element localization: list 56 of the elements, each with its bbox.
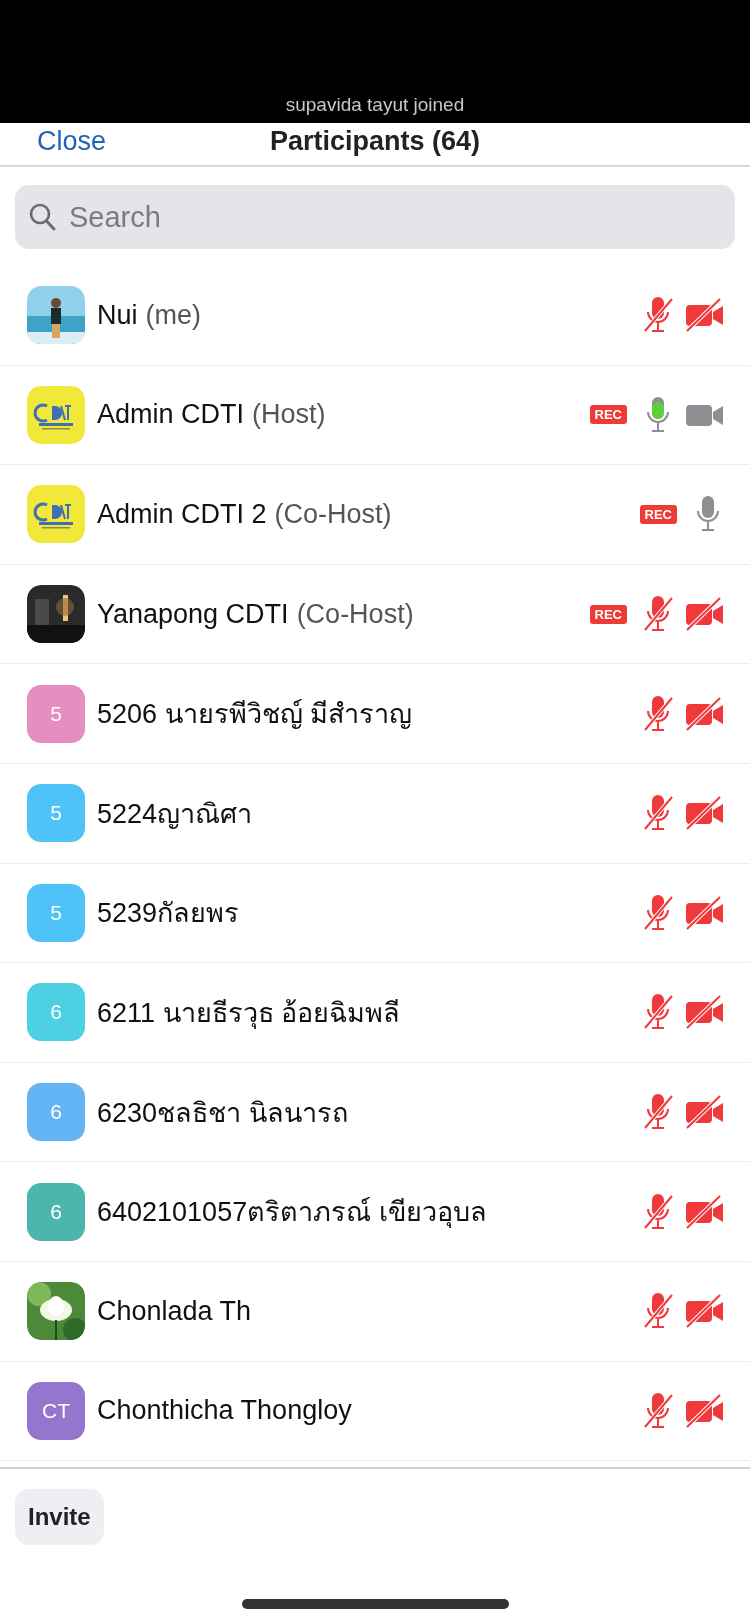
camera-off-icon[interactable] <box>685 1095 725 1130</box>
participant-row[interactable]: Admin CDTI (Host) REC <box>0 365 750 466</box>
participant-name: Yanapong CDTI (Co-Host) <box>97 598 415 630</box>
recording-badge: REC <box>589 405 627 425</box>
avatar: 5 <box>27 684 85 743</box>
recording-badge: REC <box>639 505 677 524</box>
notification-text: supavida tayut joined <box>285 94 465 116</box>
participant-row[interactable]: 6 6211 นายธีรวุธ อ้อยฉิมพลี <box>0 963 750 1063</box>
camera-off-icon[interactable] <box>685 696 725 731</box>
avatar: CT <box>27 1381 85 1440</box>
participant-name: 6211 นายธีรวุธ อ้อยฉิมพลี <box>97 996 402 1031</box>
participant-name: Nui (me) <box>97 299 202 331</box>
participant-row[interactable]: 6 6230ชลธิชา นิลนารถ <box>0 1062 750 1163</box>
camera-off-icon[interactable] <box>685 995 725 1030</box>
avatar: 6 <box>27 1083 85 1142</box>
participant-name: Chonthicha Thongloy <box>97 1395 353 1427</box>
participant-row[interactable]: Chonlada Th <box>0 1261 750 1362</box>
muted-mic-icon[interactable] <box>641 1390 675 1431</box>
participant-name: 5206 นายรพีวิชญ์ มีสำราญ <box>97 698 414 732</box>
camera-off-icon[interactable] <box>685 796 725 831</box>
avatar: 6 <box>27 983 85 1042</box>
participant-row[interactable]: 5 5239กัลยพร <box>0 863 750 964</box>
participant-name: Admin CDTI (Host) <box>97 399 327 431</box>
close-link[interactable]: Close <box>37 126 107 157</box>
participant-name: 6230ชลธิชา นิลนารถ <box>97 1096 349 1130</box>
participant-row[interactable]: 5 5206 นายรพีวิชญ์ มีสำราญ <box>0 664 750 764</box>
camera-off-icon[interactable] <box>685 597 725 632</box>
camera-off-icon[interactable] <box>685 1194 725 1229</box>
avatar: 5 <box>27 883 85 942</box>
logo-avatar <box>27 385 85 444</box>
search-field[interactable]: Search <box>15 185 735 249</box>
invite-button[interactable]: Invite <box>15 1489 104 1546</box>
participant-row[interactable]: 6 6402101057ตริตาภรณ์ เขียวอุบล <box>0 1162 750 1262</box>
participant-row[interactable]: Nui (me) <box>0 266 750 366</box>
participant-row[interactable]: Admin CDTI 2 (Co-Host) REC <box>0 465 750 565</box>
avatar: 6 <box>27 1182 85 1241</box>
participant-name: 5239กัลยพร <box>97 897 241 931</box>
participant-name: Chonlada Th <box>97 1295 253 1327</box>
recording-badge: REC <box>589 604 627 624</box>
muted-mic-icon[interactable] <box>641 892 675 933</box>
participant-name: 6402101057ตริตาภรณ์ เขียวอุบล <box>97 1196 488 1230</box>
participant-row[interactable]: Yanapong CDTI (Co-Host) REC <box>0 564 750 665</box>
camera-off-icon[interactable] <box>685 1393 725 1428</box>
avatar: 5 <box>27 784 85 843</box>
logo-avatar <box>27 485 85 544</box>
participant-row[interactable]: CT Chonthicha Thongloy <box>0 1361 750 1462</box>
participant-row[interactable]: 5 5224ญาณิศา <box>0 763 750 864</box>
muted-mic-icon[interactable] <box>641 693 675 734</box>
camera-off-icon[interactable] <box>685 895 725 930</box>
camera-off-icon[interactable] <box>685 298 725 333</box>
camera-off-icon[interactable] <box>685 1294 725 1329</box>
window-title: Participants (64) <box>269 126 481 157</box>
muted-mic-icon[interactable] <box>641 1191 675 1232</box>
search-icon <box>29 202 57 232</box>
participant-name: Admin CDTI 2 (Co-Host) <box>97 499 393 530</box>
participant-name: 5224ญาณิศา <box>97 797 254 831</box>
